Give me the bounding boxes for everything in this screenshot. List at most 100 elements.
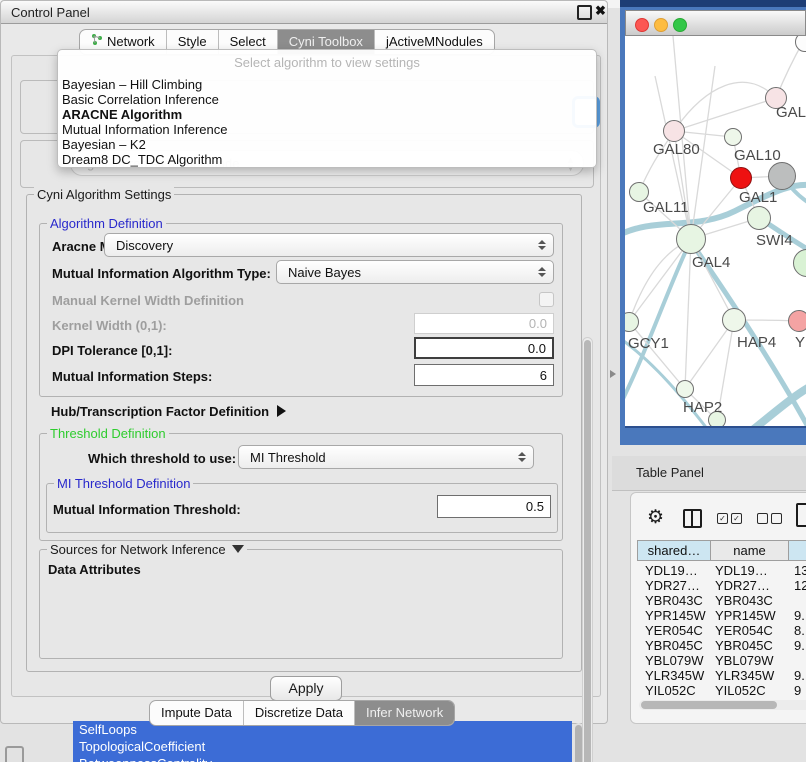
network-node-gal1-selected[interactable] (730, 167, 752, 189)
column-header-shared-name[interactable]: shared… (637, 540, 711, 561)
network-canvas[interactable]: GAL GAL80 GAL10 GAL1 GAL11 GAL4 SWI4 GCY… (625, 36, 806, 426)
group-title: MI Threshold Definition (54, 476, 193, 491)
spinner-icon (538, 267, 546, 277)
table-horizontal-scrollbar[interactable] (639, 700, 806, 710)
network-node-gray[interactable] (768, 162, 796, 190)
select-all-checkboxes-icon[interactable]: ✓✓ (717, 513, 742, 524)
algorithm-dropdown-popup: Select algorithm to view settings Bayesi… (57, 49, 597, 168)
network-window-top-frame (620, 0, 806, 7)
network-node-hap2[interactable] (676, 380, 694, 398)
group-title: Algorithm Definition (47, 216, 166, 231)
kernel-width-input[interactable] (414, 313, 554, 334)
gear-icon[interactable]: ⚙ (647, 506, 664, 529)
group-title: Threshold Definition (47, 426, 169, 441)
network-node[interactable] (747, 206, 771, 230)
scrollbar-thumb[interactable] (584, 340, 591, 762)
list-item[interactable]: BetweennessCentrality (73, 755, 572, 762)
mi-threshold-input[interactable] (437, 495, 551, 518)
docked-panel-icon[interactable] (5, 746, 24, 762)
node-label: GAL11 (643, 199, 689, 216)
data-attributes-list: SelfLoops TopologicalCoefficient Between… (73, 721, 572, 762)
collapsed-arrow-icon (277, 405, 286, 417)
column-header-partial[interactable]: A (788, 540, 806, 561)
node-label: GAL80 (653, 141, 700, 158)
table-panel-header: Table Panel (612, 456, 806, 491)
algorithm-option[interactable]: Bayesian – K2 (62, 137, 146, 152)
table-panel-title: Table Panel (636, 465, 704, 480)
node-label: GAL (776, 104, 806, 121)
mi-steps-label: Mutual Information Steps: (52, 369, 212, 384)
scrollbar-thumb[interactable] (641, 701, 777, 709)
node-label: GCY1 (628, 335, 669, 352)
node-label: HAP2 (683, 399, 722, 416)
table-panel: ⚙ ✓✓ shared… name A YDL19…YDL19…13 YDR27… (630, 492, 806, 724)
tab-infer-network[interactable]: Infer Network (354, 701, 454, 725)
network-node-salmon[interactable] (788, 310, 806, 332)
aracne-mode-combo[interactable]: Discovery (104, 233, 554, 257)
split-columns-icon[interactable] (683, 509, 702, 528)
network-node-gal80[interactable] (663, 120, 685, 142)
network-window-bottom-frame (625, 426, 806, 428)
algorithm-option[interactable]: Dream8 DC_TDC Algorithm (62, 152, 222, 167)
algorithm-option[interactable]: Bayesian – Hill Climbing (62, 77, 202, 92)
float-panel-icon[interactable] (577, 5, 592, 20)
cyni-algorithm-settings-group: Cyni Algorithm Settings Algorithm Defini… (26, 194, 582, 672)
spinner-icon (538, 240, 546, 250)
close-icon[interactable]: ✖ (595, 3, 606, 19)
control-panel-window: Control Panel ✖ Network Style Select Cyn… (0, 0, 608, 724)
scrollbar-thumb[interactable] (575, 725, 582, 762)
algorithm-option[interactable]: Basic Correlation Inference (62, 92, 219, 107)
cyni-toolbox-panel: galFiltered.sif default node ▲▼ Select a… (11, 55, 601, 697)
manual-kernel-checkbox[interactable] (539, 292, 554, 307)
zoom-traffic-light-icon[interactable] (673, 18, 687, 32)
sources-group: Sources for Network Inference Data Attri… (39, 549, 563, 659)
spinner-icon (518, 452, 526, 462)
cyni-bottom-tab-bar: Impute Data Discretize Data Infer Networ… (149, 700, 455, 726)
table-body: YDL19…YDL19…13 YDR27…YDR27…12 YBR043CYBR… (631, 561, 806, 699)
node-label: Y (795, 334, 805, 351)
minimize-traffic-light-icon[interactable] (654, 18, 668, 32)
settings-vertical-scrollbar[interactable] (582, 337, 593, 762)
list-item[interactable]: TopologicalCoefficient (73, 738, 572, 755)
network-view-window: GAL GAL80 GAL10 GAL1 GAL11 GAL4 SWI4 GCY… (620, 7, 806, 445)
node-label: SWI4 (756, 232, 793, 249)
expanded-arrow-icon (232, 545, 244, 553)
manual-kernel-label: Manual Kernel Width Definition (52, 293, 244, 308)
kernel-width-label: Kernel Width (0,1): (52, 318, 167, 333)
tab-impute-data[interactable]: Impute Data (150, 701, 243, 725)
node-label: GAL10 (734, 147, 781, 164)
network-node-gal4[interactable] (676, 224, 706, 254)
splitter-handle-icon[interactable] (610, 370, 616, 378)
column-header-name[interactable]: name (710, 540, 789, 561)
algorithm-combo-placeholder: Select algorithm to view settings (58, 55, 596, 70)
algorithm-definition-group: Algorithm Definition Aracne Mode: Discov… (39, 223, 563, 397)
which-threshold-label: Which threshold to use: (88, 451, 236, 466)
mi-steps-input[interactable] (414, 364, 554, 386)
mi-threshold-definition-group: MI Threshold Definition Mutual Informati… (46, 483, 558, 533)
threshold-definition-group: Threshold Definition Which threshold to … (39, 433, 563, 541)
sources-group-toggle[interactable]: Sources for Network Inference (47, 542, 247, 557)
algorithm-option-selected[interactable]: ARACNE Algorithm (62, 107, 182, 122)
network-node-gal10[interactable] (724, 128, 742, 146)
new-table-icon[interactable] (796, 503, 806, 527)
data-attributes-label: Data Attributes (48, 562, 141, 577)
control-panel-title: Control Panel (11, 5, 90, 20)
control-panel-titlebar[interactable]: Control Panel ✖ (1, 1, 607, 24)
dpi-tolerance-input[interactable] (414, 337, 554, 359)
network-window-titlebar[interactable] (625, 10, 806, 36)
close-traffic-light-icon[interactable] (635, 18, 649, 32)
network-node-hap4[interactable] (722, 308, 746, 332)
node-label: GAL1 (739, 189, 777, 206)
hub-definition-toggle[interactable]: Hub/Transcription Factor Definition (51, 404, 286, 419)
screenshot-root: Control Panel ✖ Network Style Select Cyn… (0, 0, 806, 762)
dpi-tolerance-label: DPI Tolerance [0,1]: (52, 343, 172, 358)
group-title: Cyni Algorithm Settings (34, 187, 174, 202)
mi-type-combo[interactable]: Naive Bayes (276, 260, 554, 284)
which-threshold-combo[interactable]: MI Threshold (238, 445, 534, 469)
node-label: GAL4 (692, 254, 730, 271)
apply-button[interactable]: Apply (270, 676, 342, 701)
node-label: HAP4 (737, 334, 776, 351)
algorithm-option[interactable]: Mutual Information Inference (62, 122, 227, 137)
tab-discretize-data[interactable]: Discretize Data (243, 701, 354, 725)
deselect-all-checkboxes-icon[interactable] (757, 513, 782, 524)
